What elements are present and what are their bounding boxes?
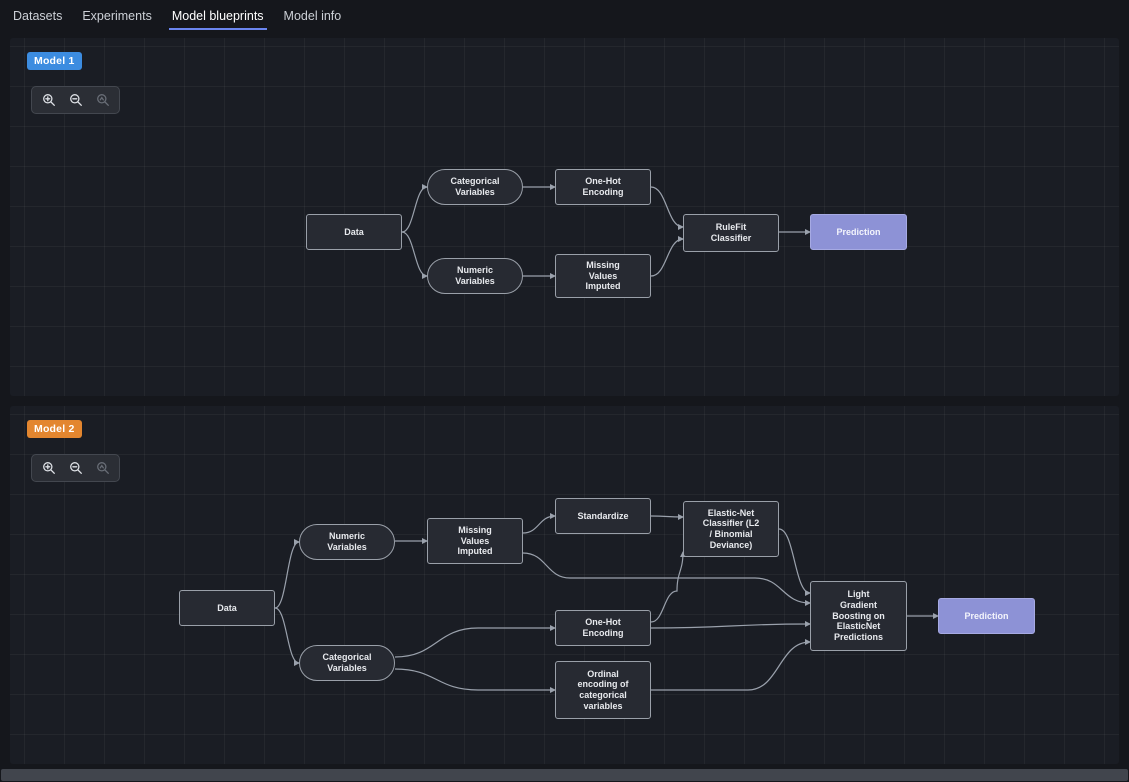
zoom-out-button[interactable] — [62, 457, 89, 479]
zoom-reset-button[interactable] — [89, 457, 116, 479]
blueprint-panels: Model 1 Data CategoricalVariables One-HotEn… — [0, 30, 1129, 764]
horizontal-scrollbar[interactable] — [0, 768, 1129, 782]
zoom-toolbar — [31, 454, 120, 482]
tab-model-blueprints[interactable]: Model blueprints — [169, 1, 267, 30]
zoom-in-button[interactable] — [35, 457, 62, 479]
node-label: Elastic-NetClassifier (L2/ BinomialDevia… — [703, 508, 760, 550]
node-label: One-HotEncoding — [583, 176, 624, 197]
blueprint-panel-2: Model 2 Data NumericVariables MissingValues… — [10, 406, 1119, 764]
edge-categorical-variables-to-one-hot-encoding — [395, 628, 555, 657]
node-label: MissingValuesImputed — [458, 525, 493, 557]
node-label: Prediction — [836, 227, 880, 238]
edge-data-to-categorical-variables — [402, 187, 427, 232]
tab-model-info[interactable]: Model info — [281, 1, 345, 30]
edge-missing-values-imputed-to-standardize — [523, 516, 555, 533]
node-elastic-net-classifier[interactable]: Elastic-NetClassifier (L2/ BinomialDevia… — [683, 501, 779, 557]
node-data[interactable]: Data — [306, 214, 402, 250]
node-numeric-variables[interactable]: NumericVariables — [427, 258, 523, 294]
edge-one-hot-encoding-to-rulefit-classifier — [651, 187, 683, 227]
node-label: MissingValuesImputed — [586, 260, 621, 292]
node-label: RuleFitClassifier — [711, 222, 752, 243]
magnifier-reset-icon — [96, 461, 110, 475]
magnifier-reset-icon — [96, 93, 110, 107]
node-label: NumericVariables — [455, 265, 495, 286]
node-numeric-variables[interactable]: NumericVariables — [299, 524, 395, 560]
zoom-reset-button[interactable] — [89, 89, 116, 111]
node-label: NumericVariables — [327, 531, 367, 552]
node-missing-values-imputed[interactable]: MissingValuesImputed — [555, 254, 651, 298]
tab-datasets[interactable]: Datasets — [10, 1, 65, 30]
node-label: LightGradientBoosting onElasticNetPredic… — [832, 589, 885, 642]
node-prediction[interactable]: Prediction — [938, 598, 1035, 634]
node-ordinal-encoding[interactable]: Ordinalencoding ofcategoricalvariables — [555, 661, 651, 719]
node-categorical-variables[interactable]: CategoricalVariables — [427, 169, 523, 205]
blueprint-panel-1: Model 1 Data CategoricalVariables One-HotEn… — [10, 38, 1119, 396]
edge-one-hot-encoding-to-elastic-net-classifier — [651, 552, 683, 622]
magnifier-plus-icon — [42, 461, 56, 475]
model-badge: Model 2 — [27, 420, 82, 438]
edge-standardize-to-elastic-net-classifier — [651, 516, 683, 517]
node-standardize[interactable]: Standardize — [555, 498, 651, 534]
magnifier-plus-icon — [42, 93, 56, 107]
node-categorical-variables[interactable]: CategoricalVariables — [299, 645, 395, 681]
node-missing-values-imputed[interactable]: MissingValuesImputed — [427, 518, 523, 564]
magnifier-minus-icon — [69, 461, 83, 475]
edge-data-to-numeric-variables — [402, 232, 427, 276]
node-data[interactable]: Data — [179, 590, 275, 626]
node-light-gradient-boosting[interactable]: LightGradientBoosting onElasticNetPredic… — [810, 581, 907, 651]
zoom-out-button[interactable] — [62, 89, 89, 111]
horizontal-scrollbar-thumb[interactable] — [1, 769, 1128, 781]
node-one-hot-encoding[interactable]: One-HotEncoding — [555, 610, 651, 646]
edge-categorical-variables-to-ordinal-encoding — [395, 669, 555, 690]
node-rulefit-classifier[interactable]: RuleFitClassifier — [683, 214, 779, 252]
node-label: Standardize — [577, 511, 628, 522]
node-label: Data — [217, 603, 237, 614]
tab-experiments[interactable]: Experiments — [79, 1, 154, 30]
node-one-hot-encoding[interactable]: One-HotEncoding — [555, 169, 651, 205]
edge-data-to-categorical-variables — [275, 608, 299, 663]
edges-layer — [10, 38, 1119, 396]
node-label: Data — [344, 227, 364, 238]
top-nav: Datasets Experiments Model blueprints Model… — [0, 0, 1129, 30]
node-label: Prediction — [964, 611, 1008, 622]
zoom-toolbar — [31, 86, 120, 114]
model-badge: Model 1 — [27, 52, 82, 70]
edge-missing-values-imputed-to-light-gradient-boosting — [523, 553, 810, 603]
edge-missing-values-imputed-to-rulefit-classifier — [651, 239, 683, 276]
node-prediction[interactable]: Prediction — [810, 214, 907, 250]
magnifier-minus-icon — [69, 93, 83, 107]
zoom-in-button[interactable] — [35, 89, 62, 111]
node-label: CategoricalVariables — [450, 176, 499, 197]
edge-data-to-numeric-variables — [275, 542, 299, 608]
node-label: Ordinalencoding ofcategoricalvariables — [578, 669, 629, 711]
edge-one-hot-encoding-to-light-gradient-boosting — [651, 624, 810, 628]
node-label: CategoricalVariables — [322, 652, 371, 673]
edge-elastic-net-classifier-to-light-gradient-boosting — [779, 529, 810, 593]
edge-ordinal-encoding-to-light-gradient-boosting — [651, 642, 810, 690]
node-label: One-HotEncoding — [583, 617, 624, 638]
